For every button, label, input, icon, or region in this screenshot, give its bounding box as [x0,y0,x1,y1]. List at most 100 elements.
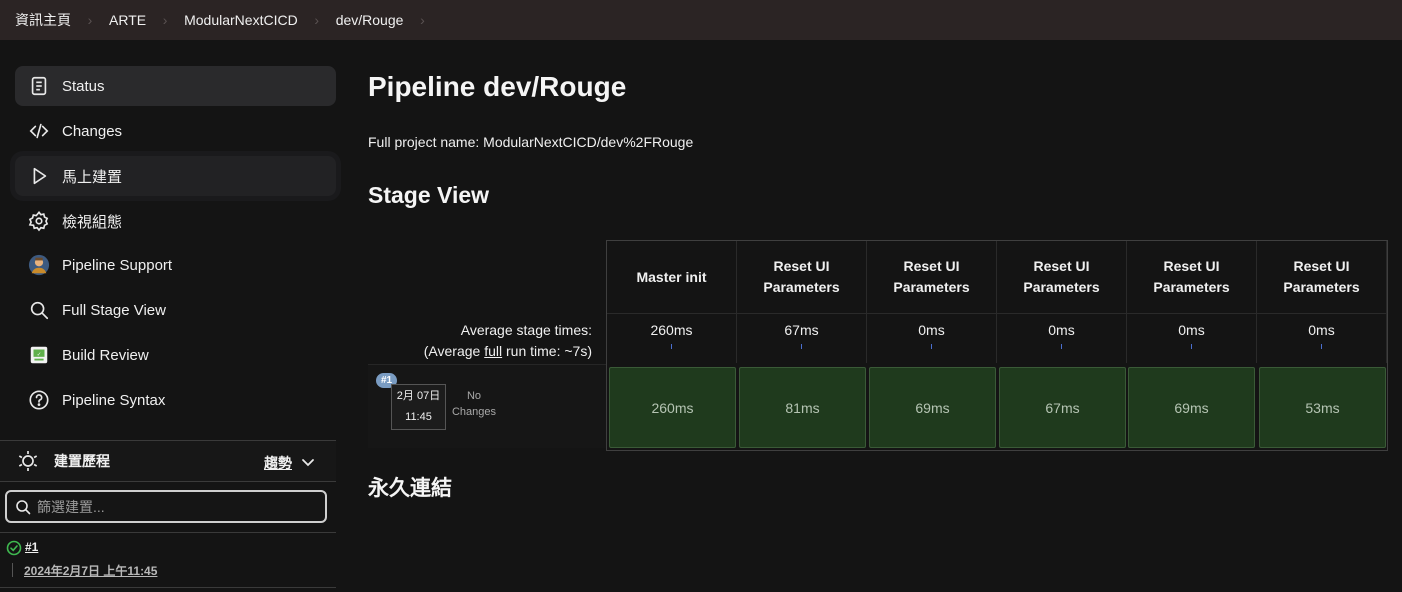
average-bar-tick [1061,344,1062,349]
average-bar-tick [801,344,802,349]
sidebar-item-label: Build Review [62,346,149,364]
average-run-time-text: (Average full run time: ~7s) [368,341,592,362]
full-project-name: Full project name: ModularNextCICD/dev%2… [368,134,694,150]
sidebar-item-build-review[interactable]: ✓ Build Review [15,335,336,375]
trend-link[interactable]: 趨勢 [264,453,292,473]
breadcrumb-separator: › [162,12,168,28]
breadcrumb-modularnextcicd[interactable]: ModularNextCICD [184,12,298,28]
sidebar-item-status[interactable]: Status [15,66,336,106]
stage-name-line1: Reset UI [1293,258,1350,274]
chevron-down-icon[interactable] [300,454,316,470]
sidebar-item-pipeline-syntax[interactable]: Pipeline Syntax [15,380,336,420]
stage-average-time: 0ms [1127,313,1257,363]
stage-header: Reset UI Parameters [737,241,867,313]
average-bar-tick [931,344,932,349]
stage-header: Reset UI Parameters [1127,241,1257,313]
stage-average-time: 260ms [607,313,737,363]
stage-name-line2: Parameters [763,279,840,295]
sidebar-item-build-now[interactable]: 馬上建置 [15,156,336,196]
sidebar-item-label: 檢視組態 [62,213,123,231]
stage-name-line1: Master init [636,268,707,285]
code-icon [27,119,51,143]
build-history-icon [16,449,40,473]
sidebar-item-label: Changes [62,122,123,140]
sidebar: Status Changes 馬上建置 檢視組態 Pipeline Suppor… [0,40,336,592]
stage-header: Reset UI Parameters [997,241,1127,313]
sidebar-item-label: 馬上建置 [62,168,123,186]
build-history-header: 建置歷程 趨勢 [0,440,336,482]
build-number-link[interactable]: #1 [25,540,38,554]
sidebar-item-label: Status [62,77,105,95]
no-changes-line1: No [466,390,482,402]
build-review-icon: ✓ [27,343,51,367]
no-changes-line2: Changes [451,406,497,418]
stage-run-cell[interactable]: 67ms [999,367,1126,448]
average-bar-tick [1191,344,1192,349]
stage-average-value: 67ms [784,322,819,338]
build-history-row: #1 2024年2月7日 上午11:45 [0,532,336,588]
stage-name-line2: Parameters [1023,279,1100,295]
breadcrumb-separator: › [314,12,320,28]
average-bar-tick [671,344,672,349]
stage-header: Reset UI Parameters [1257,241,1387,313]
build-row-divider [12,563,13,577]
stage-run-cell[interactable]: 69ms [1128,367,1255,448]
stage-run-cell[interactable]: 81ms [739,367,866,448]
stage-header: Reset UI Parameters [867,241,997,313]
build-filter [5,490,327,523]
sidebar-item-configure[interactable]: 檢視組態 [15,201,336,241]
breadcrumb-dev-rouge[interactable]: dev/Rouge [336,12,404,28]
stage-average-value: 0ms [1178,322,1205,338]
stage-average-value: 0ms [918,322,945,338]
average-stage-times-text: Average stage times: [460,322,592,338]
stage-average-time: 0ms [867,313,997,363]
sidebar-item-pipeline-support[interactable]: Pipeline Support [15,245,336,285]
build-filter-input[interactable] [37,498,317,515]
main-content: Pipeline dev/Rouge Full project name: Mo… [368,40,1402,592]
stage-average-value: 0ms [1048,322,1075,338]
build-date-link[interactable]: 2024年2月7日 上午11:45 [24,562,157,579]
stage-name-line2: Parameters [1283,279,1360,295]
average-prefix: (Average [423,343,485,359]
stage-average-time: 0ms [1257,313,1387,363]
breadcrumb-separator: › [420,12,425,28]
run-date-box[interactable]: 2月 07日 11:45 [391,384,446,430]
page-title: Pipeline dev/Rouge [368,71,627,102]
stage-header: Master init [607,241,737,313]
stage-name-line1: Reset UI [1163,258,1220,274]
average-suffix: run time: ~7s) [502,343,592,359]
average-bar-tick [1321,344,1322,349]
user-avatar-icon [27,253,51,277]
breadcrumb-separator: › [87,12,93,28]
stage-name-line1: Reset UI [773,258,830,274]
breadcrumb-dashboard[interactable]: 資訊主頁 [15,10,71,30]
sidebar-item-label: Full Stage View [62,301,166,319]
run-date: 2月 07日 [396,390,441,402]
help-icon [27,388,51,412]
success-icon [6,540,22,556]
run-time: 11:45 [405,411,432,423]
stage-average-time: 0ms [997,313,1127,363]
sidebar-item-label: Pipeline Support [62,256,173,274]
stage-name-line2: Parameters [1153,279,1230,295]
stage-average-value: 0ms [1308,322,1335,338]
stage-name-line1: Reset UI [903,258,960,274]
permalinks-heading: 永久連結 [368,477,452,500]
stage-run-cell[interactable]: 53ms [1259,367,1386,448]
sidebar-item-changes[interactable]: Changes [15,111,336,151]
search-icon [15,499,31,515]
average-stage-times-label: Average stage times: (Average full run t… [368,320,592,362]
stage-run-cell[interactable]: 69ms [869,367,996,448]
breadcrumb-arte[interactable]: ARTE [109,12,146,28]
svg-text:✓: ✓ [37,352,42,358]
stage-name-line2: Parameters [893,279,970,295]
stage-run-cell[interactable]: 260ms [609,367,736,448]
sidebar-item-full-stage-view[interactable]: Full Stage View [15,290,336,330]
document-icon [27,74,51,98]
search-icon [27,298,51,322]
build-history-title: 建置歷程 [54,453,110,469]
gear-icon [27,209,51,233]
stage-view-table: Master init Reset UI Parameters Reset UI P… [606,240,1388,451]
stage-view-heading: Stage View [368,182,490,208]
full-run-time-link[interactable]: full [484,343,502,359]
